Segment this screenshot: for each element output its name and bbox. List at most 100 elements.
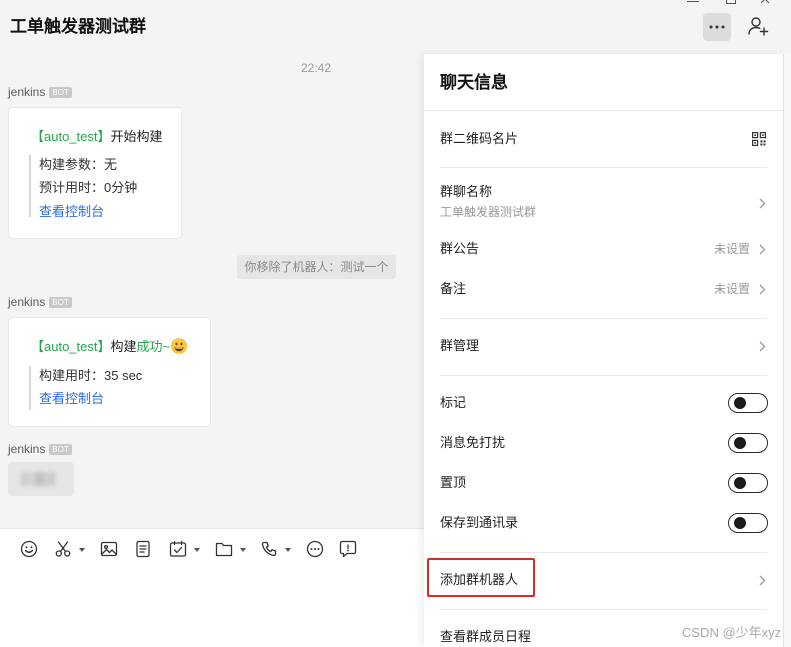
card-row: 构建用时：35 sec: [39, 368, 143, 383]
folder-button[interactable]: [215, 540, 233, 558]
call-button[interactable]: [260, 540, 278, 558]
grinning-face-icon: [171, 338, 187, 354]
schedule-icon: [169, 540, 187, 557]
more-tools-button[interactable]: [306, 540, 324, 558]
csdn-watermark: CSDN @少年xyz: [682, 625, 782, 640]
chevron-right-icon: [759, 575, 766, 586]
sender-name: jenkins: [8, 295, 46, 309]
group-qr-card-row[interactable]: 群二维码名片: [424, 111, 783, 167]
mark-row: 标记: [424, 383, 783, 423]
background-window-edge: [783, 54, 791, 647]
row-label: 群管理: [440, 338, 480, 353]
screenshot-icon: [55, 541, 71, 557]
bot-message-card[interactable]: 【auto_test】开始构建 构建参数：无 预计用时：0分钟 查看控制台: [8, 107, 182, 239]
pin-toggle[interactable]: [728, 473, 768, 493]
card-tag: 【auto_test】: [31, 339, 111, 354]
group-name-value: 工单触发器测试群: [440, 205, 537, 219]
card-status: 成功~: [136, 339, 171, 354]
card-row: 构建参数：无: [39, 157, 118, 172]
row-label: 群聊名称: [440, 184, 493, 199]
toggle-knob: [734, 476, 746, 489]
card-tag: 【auto_test】: [31, 129, 111, 144]
save-to-contacts-row: 保存到通讯录: [424, 503, 783, 543]
row-label: 消息免打扰: [440, 435, 506, 450]
chevron-right-icon: [759, 341, 766, 352]
add-member-button[interactable]: [747, 15, 769, 37]
folder-dropdown-icon[interactable]: [240, 548, 246, 552]
chevron-right-icon: [759, 284, 766, 295]
emoji-icon: [20, 540, 38, 558]
message-sender[interactable]: jenkins BOT: [8, 442, 72, 456]
emoji-button[interactable]: [20, 540, 38, 558]
note-icon: [136, 540, 150, 558]
folder-icon: [215, 542, 233, 557]
group-management-row[interactable]: 群管理: [424, 319, 783, 375]
row-label: 标记: [440, 395, 467, 410]
chat-title: 工单触发器测试群: [10, 17, 146, 36]
bot-badge: BOT: [49, 87, 72, 98]
chevron-right-icon: [759, 244, 766, 255]
screenshot-button[interactable]: [54, 540, 72, 558]
row-label: 添加群机器人: [440, 572, 519, 587]
row-label: 群公告: [440, 241, 480, 256]
view-console-link[interactable]: 查看控制台: [39, 203, 104, 221]
mute-toggle[interactable]: [728, 433, 768, 453]
mute-notifications-row: 消息免打扰: [424, 423, 783, 463]
row-label: 置顶: [440, 475, 467, 490]
blurred-content: [21, 472, 55, 486]
sender-name: jenkins: [8, 442, 46, 456]
card-title-text: 开始构建: [110, 129, 163, 144]
feedback-icon: [339, 540, 357, 558]
card-title: 【auto_test】开始构建: [31, 128, 163, 146]
remark-value: 未设置: [713, 282, 750, 296]
row-label: 备注: [440, 281, 467, 296]
feedback-button[interactable]: [339, 540, 357, 558]
group-announcement-row[interactable]: 群公告 未设置: [424, 229, 783, 269]
more-icon: [709, 25, 725, 29]
screenshot-dropdown-icon[interactable]: [79, 548, 85, 552]
qr-code-icon: [752, 132, 766, 146]
message-sender[interactable]: jenkins BOT: [8, 295, 72, 309]
group-name-row[interactable]: 群聊名称 工单触发器测试群: [424, 168, 783, 229]
add-group-bot-row[interactable]: 添加群机器人: [424, 553, 783, 609]
remark-row[interactable]: 备注 未设置: [424, 269, 783, 309]
maximize-icon[interactable]: [726, 0, 736, 4]
system-message: 你移除了机器人：测试一个: [237, 255, 396, 279]
more-circle-icon: [306, 540, 324, 558]
schedule-button[interactable]: [169, 540, 187, 558]
announcement-value: 未设置: [713, 242, 750, 256]
panel-title: 聊天信息: [440, 73, 508, 92]
pin-to-top-row: 置顶: [424, 463, 783, 503]
blurred-message-bubble[interactable]: [8, 462, 74, 496]
minimize-icon[interactable]: [687, 1, 699, 2]
call-dropdown-icon[interactable]: [285, 548, 291, 552]
phone-icon: [261, 541, 277, 557]
image-button[interactable]: [100, 540, 118, 558]
row-label: 查看群成员日程: [440, 629, 532, 644]
message-sender[interactable]: jenkins BOT: [8, 85, 72, 99]
bot-message-card[interactable]: 【auto_test】构建成功~ 构建用时：35 sec 查看控制台: [8, 317, 211, 427]
close-icon[interactable]: [760, 0, 770, 4]
card-quote-bar: [29, 155, 31, 217]
toggle-knob: [734, 516, 746, 529]
chat-info-panel: 聊天信息 群二维码名片 群聊名称 工单触发器测试群 群公告 未设置 备注 未设置…: [424, 54, 783, 647]
message-input-area[interactable]: [0, 528, 424, 647]
note-button[interactable]: [134, 540, 152, 558]
view-console-link[interactable]: 查看控制台: [39, 390, 104, 408]
mark-toggle[interactable]: [728, 393, 768, 413]
card-title: 【auto_test】构建成功~: [31, 338, 187, 356]
toggle-knob: [734, 436, 746, 449]
add-member-icon: [748, 17, 769, 36]
divider: [440, 375, 767, 376]
chat-header: 工单触发器测试群: [0, 0, 791, 54]
schedule-dropdown-icon[interactable]: [194, 548, 200, 552]
card-title-text: 构建: [110, 339, 137, 354]
row-label: 保存到通讯录: [440, 515, 519, 530]
save-to-contacts-toggle[interactable]: [728, 513, 768, 533]
chat-info-button[interactable]: [703, 13, 731, 41]
sender-name: jenkins: [8, 85, 46, 99]
bot-badge: BOT: [49, 444, 72, 455]
card-row: 预计用时：0分钟: [39, 180, 138, 195]
card-quote-bar: [29, 366, 31, 410]
toggle-knob: [734, 396, 746, 409]
